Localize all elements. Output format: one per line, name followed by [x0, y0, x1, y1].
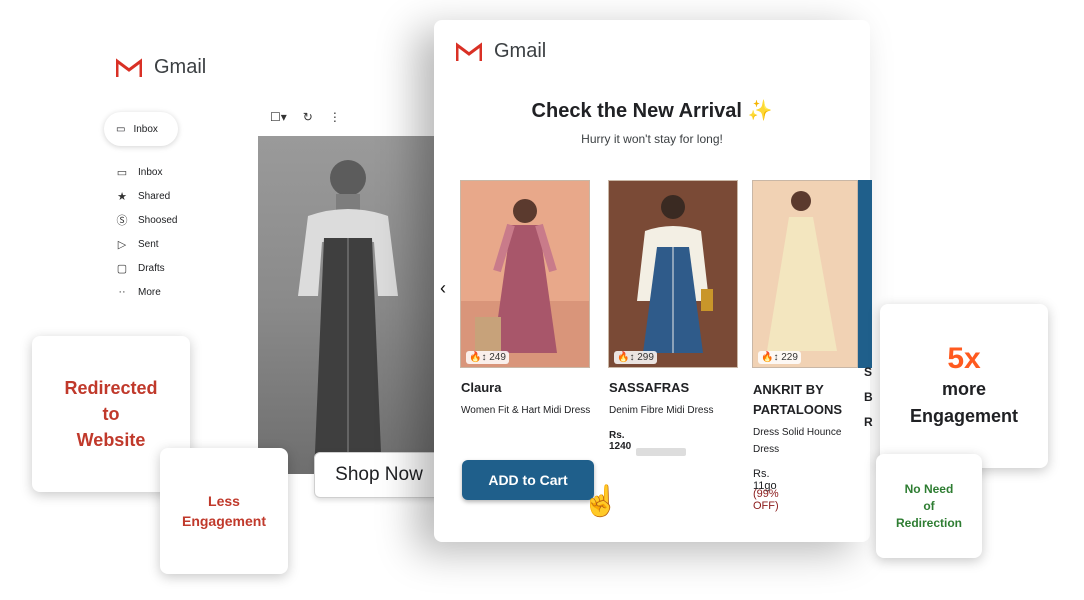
gmail-logo: Gmail	[116, 56, 206, 79]
callout-more-engagement: 5x more Engagement	[880, 304, 1048, 468]
callout-line: Redirected	[64, 378, 158, 398]
next-card-letter: S	[864, 365, 873, 379]
draft-icon: ▢	[116, 262, 128, 275]
hand-pointer-icon: ☝	[582, 485, 620, 518]
callout-line: Less	[208, 493, 240, 509]
snooze-icon: Ⓢ	[116, 215, 128, 227]
sidebar-item-label: Sent	[138, 238, 159, 250]
email-hero-image	[258, 136, 438, 474]
gmail-logo: Gmail	[456, 40, 546, 63]
callout-line: Redirection	[895, 515, 962, 530]
product-image[interactable]: 🔥↕ 229	[752, 180, 858, 368]
send-icon: ▷	[117, 238, 127, 251]
model-photo	[637, 195, 713, 353]
nav-pill-label: Inbox	[133, 123, 158, 135]
callout-line: No Need	[904, 481, 954, 496]
gmail-m-icon	[456, 41, 482, 61]
sidebar-item-label: Inbox	[138, 166, 163, 178]
more-vert-icon[interactable]: ⋮	[329, 110, 341, 124]
sidebar-item-drafts[interactable]: ▢ Drafts	[116, 256, 177, 280]
likes-count: 229	[781, 352, 798, 363]
sidebar-item-label: Shared	[138, 190, 171, 202]
product-description: Dress Solid Hounce Dress	[753, 427, 842, 455]
callout-line: of	[923, 498, 935, 513]
refresh-icon[interactable]: ↻	[303, 110, 313, 124]
shop-now-button[interactable]: Shop Now	[314, 452, 444, 498]
next-card-letter: B	[864, 390, 873, 404]
front-gmail-window: Gmail Check the New Arrival ✨ Hurry it w…	[434, 20, 872, 542]
carousel-title: Check the New Arrival ✨	[434, 98, 870, 123]
rating-stars-icon	[636, 448, 686, 456]
sidebar-item-label: Shoosed	[138, 214, 178, 226]
model-photo-grayscale	[298, 160, 398, 474]
next-card-letter: R	[864, 415, 873, 429]
star-icon: ★	[117, 190, 127, 203]
sidebar-item-inbox[interactable]: ▭ Inbox	[116, 160, 177, 184]
more-icon: ··	[118, 286, 126, 298]
email-toolbar: ☐▾ ↻ ⋮	[270, 110, 341, 124]
likes-count: 249	[489, 352, 506, 363]
sidebar-item-shoosed[interactable]: Ⓢ Shoosed	[116, 208, 178, 232]
product-brand: ANKRIT BY PARTALOONS	[753, 382, 843, 417]
callout-multiplier: 5x	[947, 342, 981, 375]
next-card-letters: S B R	[864, 360, 873, 435]
inbox-icon: ▭	[116, 123, 126, 135]
sidebar-item-label: Drafts	[138, 262, 165, 274]
inbox-icon: ▭	[116, 166, 128, 179]
sparkle-icon: ✨	[747, 100, 773, 122]
likes-badge: 🔥↕ 299	[614, 351, 657, 364]
product-discount: (99% OFF)	[753, 488, 779, 512]
product-price: Rs. 1240	[609, 430, 632, 452]
model-photo	[461, 199, 589, 367]
product-brand: Claura	[461, 380, 502, 395]
sidebar-item-more[interactable]: ·· More	[116, 280, 177, 304]
sidebar-item-label: More	[138, 286, 161, 298]
product-brand: SASSAFRAS	[609, 380, 690, 395]
callout-less-engagement: Less Engagement	[160, 448, 288, 574]
model-photo	[767, 191, 837, 351]
nav-pill-inbox[interactable]: ▭ Inbox	[104, 112, 178, 146]
likes-badge: 🔥↕ 249	[466, 351, 509, 364]
sidebar-item-shared[interactable]: ★ Shared	[116, 184, 177, 208]
gmail-m-icon	[116, 57, 142, 77]
likes-badge: 🔥↕ 229	[758, 351, 801, 364]
callout-line: Engagement	[181, 513, 266, 529]
select-checkbox-icon[interactable]: ☐▾	[270, 110, 287, 124]
next-card-edge	[858, 180, 872, 368]
sidebar-nav: ▭ Inbox ★ Shared Ⓢ Shoosed ▷ Sent ▢ Draf…	[116, 160, 178, 304]
carousel-title-text: Check the New Arrival	[531, 100, 742, 122]
sidebar-item-sent[interactable]: ▷ Sent	[116, 232, 177, 256]
product-image[interactable]: 🔥↕ 249	[460, 180, 590, 368]
gmail-wordmark: Gmail	[494, 40, 547, 62]
callout-line: Engagement	[909, 406, 1019, 426]
callout-line: to	[102, 404, 120, 424]
product-description: Denim Fibre Midi Dress	[609, 405, 714, 416]
product-image[interactable]: 🔥↕ 299	[608, 180, 738, 368]
callout-line: Website	[76, 430, 146, 450]
add-to-cart-button[interactable]: ADD to Cart	[462, 460, 594, 500]
chevron-left-icon[interactable]: ‹	[440, 278, 446, 299]
callout-no-redirection: No Need of Redirection	[876, 454, 982, 558]
product-description: Women Fit & Hart Midi Dress	[461, 405, 591, 416]
callout-line: more	[941, 379, 986, 399]
likes-count: 299	[637, 352, 654, 363]
gmail-wordmark: Gmail	[154, 56, 207, 78]
carousel-subtitle: Hurry it won't stay for long!	[581, 132, 723, 146]
